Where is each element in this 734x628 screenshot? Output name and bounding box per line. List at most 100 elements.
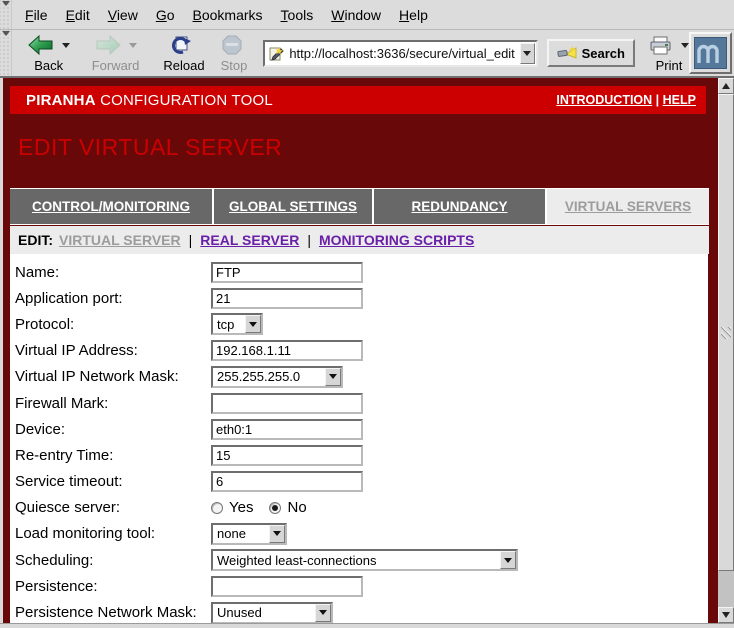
form-row: Virtual IP Network Mask: 255.255.255.0 [10,364,708,390]
form-row: Application port: [10,285,708,311]
virtual-ip-address-input[interactable] [211,340,363,361]
browser-viewport: PIRANHA CONFIGURATION TOOL INTRODUCTION … [0,78,734,623]
menu-bookmarks[interactable]: Bookmarks [184,7,272,23]
browser-window: File Edit View Go Bookmarks Tools Window… [0,0,734,628]
reload-button[interactable]: Reload [161,32,206,74]
load-monitoring-tool-select[interactable]: none [211,523,287,545]
menu-go[interactable]: Go [147,7,184,23]
navigation-toolbar: Back Forward [0,30,734,78]
persistence-network-mask-select[interactable]: Unused [211,602,333,623]
field-label: Device: [10,421,211,438]
subnav-separator: | [189,232,193,248]
tab-virtual-servers[interactable]: VIRTUAL SERVERS [547,189,709,224]
printer-icon [649,36,673,55]
menu-edit[interactable]: Edit [57,7,99,23]
menu-window[interactable]: Window [322,7,390,23]
field-label: Protocol: [10,316,211,333]
scheduling-select[interactable]: Weighted least-connections [211,549,518,571]
select-arrow-icon [315,604,331,622]
page-title: EDIT VIRTUAL SERVER [18,134,282,161]
tab-bar: CONTROL/MONITORING GLOBAL SETTINGS REDUN… [10,188,709,225]
menu-help[interactable]: Help [390,7,437,23]
form-row: Firewall Mark: [10,390,708,416]
search-flashlight-icon [557,45,577,61]
menubar-grippy[interactable] [0,0,12,29]
protocol-select[interactable]: tcp [211,313,263,335]
form-row: Re-entry Time: [10,442,708,468]
stop-label: Stop [221,58,248,73]
form-row: Persistence: [10,573,708,599]
quiesce-yes-radio[interactable] [211,502,223,514]
firewall-mark-input[interactable] [211,393,363,414]
field-label: Scheduling: [10,552,211,569]
field-label: Application port: [10,290,211,307]
back-dropdown-caret-icon[interactable] [62,43,70,48]
piranha-page: PIRANHA CONFIGURATION TOOL INTRODUCTION … [3,78,718,623]
form-row: Name: [10,259,708,285]
app-title: PIRANHA CONFIGURATION TOOL [26,92,273,109]
field-label: Firewall Mark: [10,395,211,412]
scroll-down-button[interactable] [718,607,734,623]
scrollbar-thumb[interactable] [718,94,734,571]
form-row: Device: [10,416,708,442]
url-text[interactable]: http://localhost:3636/secure/virtual_edi… [289,46,519,61]
back-arrow-icon [28,35,54,55]
device-input[interactable] [211,419,363,440]
reload-label: Reload [163,58,204,73]
field-label: Service timeout: [10,473,211,490]
quiesce-no-radio[interactable] [269,502,281,514]
url-bar[interactable]: http://localhost:3636/secure/virtual_edi… [263,40,537,67]
edit-prefix: EDIT: [18,232,53,248]
persistence-input[interactable] [211,576,363,597]
select-arrow-icon [269,525,285,543]
menu-tools[interactable]: Tools [272,7,323,23]
forward-arrow-icon [95,35,121,55]
print-button[interactable]: Print [649,33,689,73]
mozilla-logo[interactable] [689,32,732,74]
select-arrow-icon [245,315,261,333]
app-header: PIRANHA CONFIGURATION TOOL INTRODUCTION … [10,86,706,114]
page-bookmark-icon [269,46,284,61]
virtual-ip-network-mask-select[interactable]: 255.255.255.0 [211,366,343,388]
url-history-dropdown-button[interactable] [520,43,535,64]
stop-icon [222,35,242,55]
introduction-link[interactable]: INTRODUCTION [556,93,652,107]
form-row: Load monitoring tool: none [10,521,708,547]
application-port-input[interactable] [211,288,363,309]
subnav-real-server[interactable]: REAL SERVER [200,232,299,248]
service-timeout-input[interactable] [211,471,363,492]
collapse-arrow-icon [2,1,10,6]
forward-button: Forward [90,32,142,74]
tab-control-monitoring[interactable]: CONTROL/MONITORING [10,189,212,224]
scroll-up-button[interactable] [718,78,734,94]
mozilla-m-icon [695,39,725,67]
back-label: Back [34,58,63,73]
tab-redundancy[interactable]: REDUNDANCY [374,189,545,224]
print-dropdown-caret-icon[interactable] [681,43,689,48]
name-input[interactable] [211,262,363,283]
help-link[interactable]: HELP [663,93,696,107]
subnav-monitoring-scripts[interactable]: MONITORING SCRIPTS [319,232,474,248]
vertical-scrollbar[interactable] [718,78,734,623]
back-button[interactable]: Back [26,32,72,74]
menu-file[interactable]: File [16,7,57,23]
print-label: Print [656,58,683,73]
subnav-separator: | [307,232,311,248]
toolbar-grippy[interactable] [0,30,12,76]
edit-subnav: EDIT: VIRTUAL SERVER | REAL SERVER | MON… [10,226,709,254]
menu-view[interactable]: View [99,7,147,23]
select-arrow-icon [325,368,341,386]
search-button[interactable]: Search [547,39,635,67]
arrow-up-icon [722,83,730,89]
re-entry-time-input[interactable] [211,445,363,466]
quiesce-yes-label: Yes [229,499,253,516]
scrollbar-track[interactable] [718,571,734,607]
field-label: Load monitoring tool: [10,525,211,542]
tab-global-settings[interactable]: GLOBAL SETTINGS [214,189,372,224]
field-label: Quiesce server: [10,499,211,516]
field-label: Persistence: [10,578,211,595]
field-label: Name: [10,264,211,281]
search-label: Search [582,46,625,61]
forward-label: Forward [92,58,140,73]
subnav-virtual-server[interactable]: VIRTUAL SERVER [59,232,181,248]
